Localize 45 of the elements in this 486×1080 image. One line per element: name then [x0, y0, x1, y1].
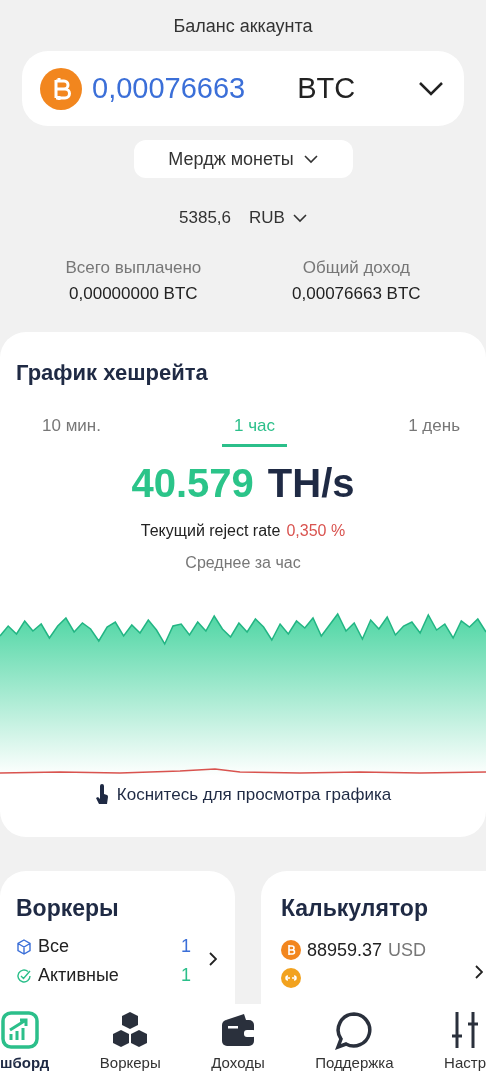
currency-dropdown[interactable]: RUB — [249, 208, 307, 228]
reject-rate-value: 0,350 % — [286, 522, 346, 540]
card-title: Воркеры — [16, 895, 120, 922]
stat-label: Общий доход — [302, 258, 410, 278]
calculator-card[interactable]: Калькулятор 88959.37 USD — [261, 871, 486, 1004]
fiat-amount: 5385,6 — [179, 208, 232, 228]
balance-title: Баланс аккаунта — [172, 16, 314, 37]
chevron-down-icon — [303, 154, 318, 164]
workers-card[interactable]: Воркеры Все 1 Активные 1 — [0, 871, 235, 1004]
nav-tab[interactable]: Воркеры — [99, 1010, 161, 1071]
merge-coins-button[interactable]: Мердж монеты — [133, 140, 353, 178]
reject-rate-label: Текущий reject rate — [140, 522, 281, 540]
chevron-right-icon — [209, 952, 217, 966]
stat-label: Всего выплачено — [65, 258, 202, 278]
worker-status-label: Все — [38, 936, 70, 957]
tap-hand-icon — [94, 784, 109, 806]
period-caption: Среднее за час — [184, 554, 302, 572]
chart-icon — [0, 1010, 40, 1050]
worker-count: 1 — [181, 936, 191, 957]
nav-tab[interactable]: шборд — [0, 1010, 50, 1071]
stat-value: 0,00076663 BTC — [292, 284, 421, 304]
period-tab[interactable]: 1 день — [396, 408, 472, 447]
chart-hint: Коснитесь для просмотра графика — [116, 785, 392, 805]
nav-tab[interactable]: Доходы — [211, 1010, 265, 1071]
nav-tab[interactable]: Настр — [444, 1010, 486, 1071]
worker-status-label: Активные — [38, 965, 119, 986]
nav-tab[interactable]: Поддержка — [315, 1010, 394, 1071]
hashrate-unit: TH/s — [267, 461, 355, 506]
card-title: График хешрейта — [16, 360, 209, 386]
cube-icon — [16, 938, 32, 955]
chevron-down-icon — [418, 80, 444, 97]
chevron-down-icon — [292, 213, 307, 223]
chevron-right-icon — [475, 965, 483, 979]
worker-count: 1 — [181, 965, 191, 986]
bitcoin-icon — [281, 940, 301, 960]
card-title: Калькулятор — [281, 895, 429, 922]
btc-price: 88959.37 — [307, 939, 383, 961]
price-currency: USD — [388, 939, 427, 961]
hashrate-value: 40.579 — [131, 461, 254, 506]
period-tab[interactable]: 10 мин. — [30, 408, 113, 447]
balance-selector[interactable]: 0,00076663 BTC — [22, 51, 464, 126]
bitcoin-icon — [40, 67, 82, 110]
coin-icon — [281, 968, 301, 988]
chat-bubble-icon — [334, 1010, 375, 1050]
stat-value: 0,00000000 BTC — [69, 284, 198, 304]
